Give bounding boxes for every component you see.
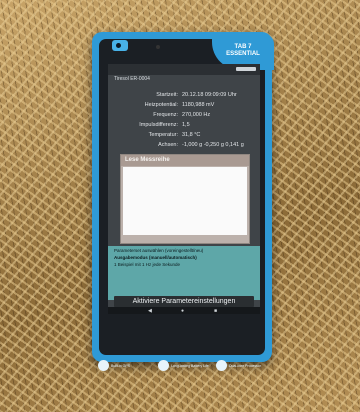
field-value: 270,000 Hz xyxy=(182,112,211,118)
field-label: Frequenz: xyxy=(153,112,178,118)
bezel-feature-battery: Long-lasting Battery Life xyxy=(158,360,209,371)
field-value: 20.12.18 09:09:09 Uhr xyxy=(182,92,237,98)
bezel-feature-gps: Built-in GPS xyxy=(98,360,130,371)
output-mode-label[interactable]: Ausgabemodus (manuell/automatisch) xyxy=(114,255,197,260)
field-value: 31,8 °C xyxy=(182,132,201,138)
field-value: -1,000 g -0,250 g 0,141 g xyxy=(182,142,244,148)
processor-icon xyxy=(216,360,227,371)
field-label: Startzeit: xyxy=(156,92,178,98)
progress-dialog: Lese Messreihe xyxy=(120,154,250,244)
camera-icon xyxy=(112,40,128,51)
field-value: 1,5 xyxy=(182,122,190,128)
tablet-screen: Tiresol ER-0004 Startzeit: 20.12.18 09:0… xyxy=(108,64,260,314)
sample-rate-label[interactable]: 1 Beispiel mit 1 Hz jede Sekunde xyxy=(114,262,180,267)
dialog-title: Lese Messreihe xyxy=(121,155,249,166)
parameter-set-label[interactable]: Parameterset auswählen (voreingestellt/n… xyxy=(114,248,203,253)
bezel-feature-processor: Dual-core Processor xyxy=(216,360,261,371)
field-label: Temperatur: xyxy=(148,132,178,138)
home-icon[interactable]: ● xyxy=(181,308,184,314)
field-label: Impulsdifferenz: xyxy=(139,122,178,128)
bezel-label: Dual-core Processor xyxy=(229,363,261,368)
back-icon[interactable]: ◀ xyxy=(148,308,152,314)
settings-panel: Parameterset auswählen (voreingestellt/n… xyxy=(108,246,260,300)
field-label: Heizpotential: xyxy=(144,102,178,108)
front-camera-icon xyxy=(156,45,160,49)
status-icons xyxy=(236,67,256,71)
android-nav-bar: ◀ ● ■ xyxy=(108,307,260,314)
device-id: Tiresol ER-0004 xyxy=(114,76,150,82)
dialog-body xyxy=(123,167,247,235)
field-value: 1180,988 mV xyxy=(182,102,215,108)
bezel-label: Long-lasting Battery Life xyxy=(171,363,209,368)
brand-line-1: TAB 7 xyxy=(234,44,252,50)
brand-line-2: ESSENTIAL xyxy=(226,51,260,57)
gps-icon xyxy=(98,360,109,371)
field-label: Achsen: xyxy=(158,142,178,148)
apply-parameters-button[interactable]: Aktiviere Parametereinstellungen xyxy=(114,296,254,307)
status-bar xyxy=(108,64,260,75)
battery-icon xyxy=(158,360,169,371)
bezel-label: Built-in GPS xyxy=(111,363,131,368)
recent-apps-icon[interactable]: ■ xyxy=(214,308,217,314)
